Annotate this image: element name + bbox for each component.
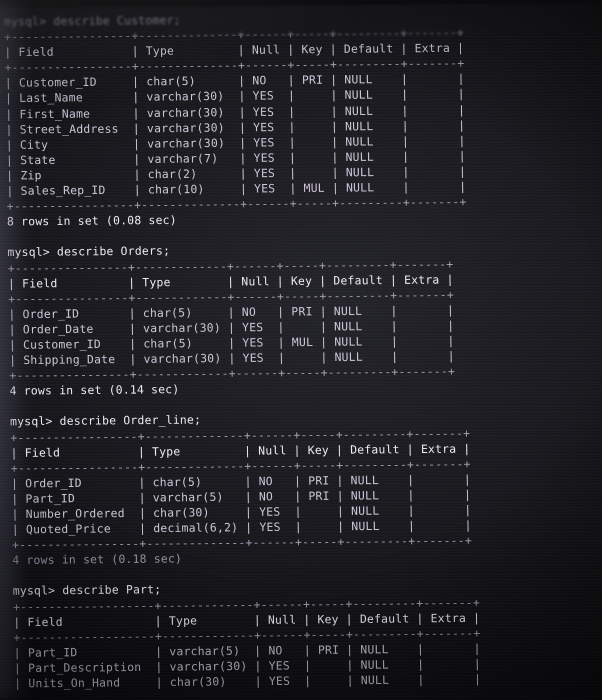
terminal-screenshot: mysql> describe Customer; +--------------…	[0, 0, 602, 700]
terminal-output[interactable]: mysql> describe Customer; +--------------…	[0, 2, 602, 700]
